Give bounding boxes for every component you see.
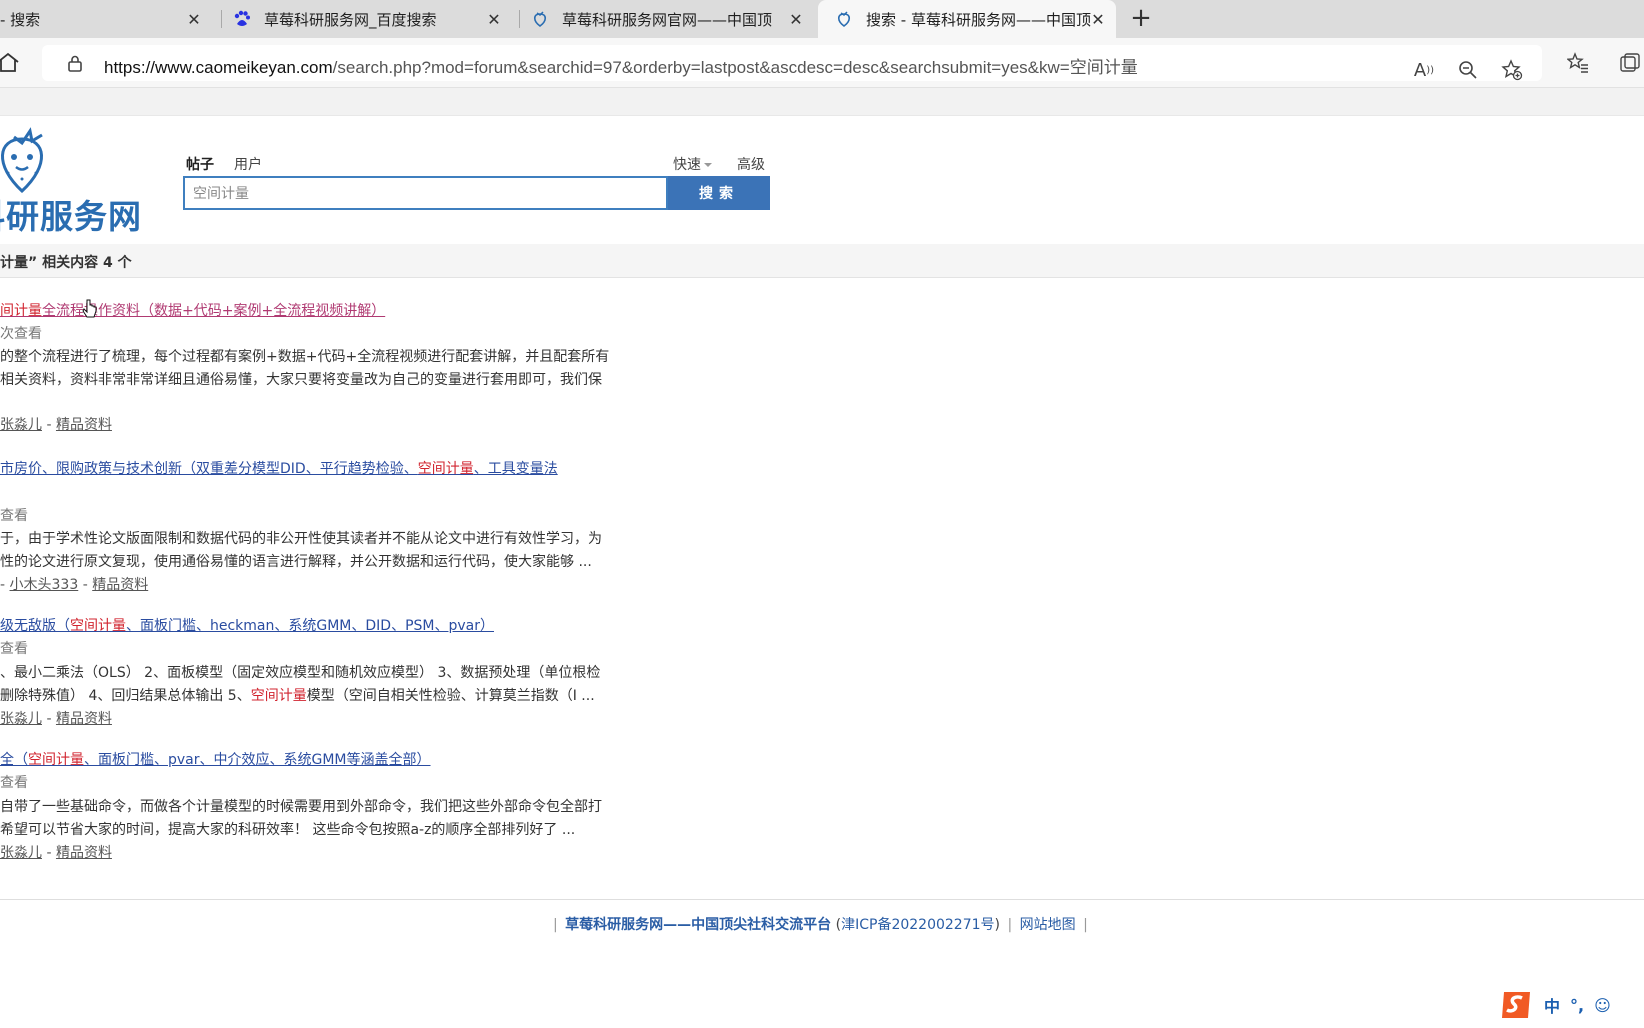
title-text: 级无敌版（ [0, 618, 70, 634]
keyword-highlight: 空间计量 [70, 618, 126, 634]
close-tab-icon[interactable]: ✕ [484, 9, 504, 29]
lock-icon[interactable] [66, 54, 84, 72]
strawberry-mascot-icon [1, 127, 43, 194]
read-aloud-icon[interactable]: A)) [1412, 58, 1436, 82]
search-box[interactable] [183, 176, 668, 210]
tab-label: 草莓科研服务网_百度搜索 [264, 10, 437, 29]
tab-separator [519, 10, 520, 28]
url-host: https://www.caomeikeyan.com [104, 58, 333, 77]
strawberry-icon [530, 9, 550, 29]
new-tab-plus-icon[interactable]: + [1126, 4, 1156, 34]
result-title-link[interactable]: 级无敌版（空间计量、面板门槛、heckman、系统GMM、DID、PSM、pva… [0, 615, 494, 635]
url-path: /search.php?mod=forum&searchid=97&orderb… [332, 58, 1138, 77]
result-meta: 查看 [0, 641, 28, 657]
ime-punct[interactable]: °, [1570, 996, 1584, 1015]
result-title-link[interactable]: 间计量全流程操作资料（数据+代码+案例+全流程视频讲解） [0, 300, 385, 320]
strawberry-icon [834, 9, 854, 29]
title-text: 全（ [0, 752, 28, 768]
author-link[interactable]: 张淼儿 [0, 845, 42, 861]
tab-separator [221, 10, 222, 28]
tab-baidu-search[interactable]: 草莓科研服务网_百度搜索 ✕ [232, 0, 512, 38]
tab-label: 搜索 - 草莓科研服务网——中国顶 [866, 10, 1091, 29]
browser-tab-bar: - 搜索 ✕ 草莓科研服务网_百度搜索 ✕ 草莓科研服务网官网——中国顶 ✕ 搜… [0, 0, 1644, 38]
result-snippet: 删除特殊值） 4、回归结果总体输出 5、空间计量模型（空间自相关性检验、计算莫兰… [0, 685, 595, 705]
tab-search[interactable]: - 搜索 ✕ [0, 0, 212, 38]
zoom-out-icon[interactable] [1456, 58, 1480, 82]
result-meta: 查看 [0, 508, 28, 524]
footer-site-link[interactable]: 草莓科研服务网——中国顶尖社科交流平台 [565, 917, 831, 933]
sogou-ime-icon [1502, 992, 1530, 1018]
browser-toolbar: https://www.caomeikeyan.com/search.php?m… [0, 38, 1644, 88]
tab-search-active[interactable]: 搜索 - 草莓科研服务网——中国顶 ✕ [818, 0, 1116, 38]
close-tab-icon[interactable]: ✕ [1088, 9, 1108, 29]
baidu-paw-icon [232, 9, 252, 29]
quick-search-dropdown[interactable]: 快速 [673, 154, 712, 174]
sitemap-link[interactable]: 网站地图 [1020, 917, 1076, 933]
quick-search-label: 快速 [673, 157, 701, 173]
result-snippet: 性的论文进行原文复现，使用通俗易懂的语言进行解释，并公开数据和运行代码，使大家能… [0, 554, 592, 570]
keyword-highlight: 空间计量 [250, 688, 307, 704]
close-tab-icon[interactable]: ✕ [786, 9, 806, 29]
ime-toolbar[interactable]: 中 °, ☺ [1500, 990, 1611, 1020]
result-snippet: 自带了一些基础命令，而做各个计量模型的时候需要用到外部命令，我们把这些外部命令包… [0, 799, 602, 815]
page-top-strip [0, 88, 1644, 116]
paren-close: ) [994, 917, 1000, 933]
result-byline: - 小木头333 - 精品资料 [0, 577, 149, 593]
url-text: https://www.caomeikeyan.com/search.php?m… [104, 53, 1138, 78]
add-favorite-icon[interactable] [1500, 58, 1524, 82]
tab-caomei-home[interactable]: 草莓科研服务网官网——中国顶 ✕ [530, 0, 814, 38]
result-snippet: 于，由于学术性论文版面限制和数据代码的非公开性使其读者并不能从论文中进行有效性学… [0, 531, 602, 547]
category-link[interactable]: 精品资料 [56, 711, 112, 727]
result-summary-bar: 计量” 相关内容 4 个 [0, 244, 1644, 278]
result-title-link[interactable]: 市房价、限购政策与技术创新（双重差分模型DID、平行趋势检验、空间计量、工具变量… [0, 458, 558, 478]
advanced-search-link[interactable]: 高级 [737, 154, 765, 174]
icp-link[interactable]: 津ICP备2022002271号 [841, 917, 994, 933]
mouse-cursor-icon [82, 299, 97, 318]
result-snippet: 、最小二乘法（OLS） 2、面板模型（固定效应模型和随机效应模型） 3、数据预处… [0, 665, 601, 681]
footer-divider [0, 899, 1644, 900]
result-byline: 张淼儿 - 精品资料 [0, 845, 112, 861]
logo-text: 科研服务网 [0, 197, 142, 236]
tab-label: - 搜索 [0, 10, 41, 29]
footer: | 草莓科研服务网——中国顶尖社科交流平台 (津ICP备2022002271号)… [553, 917, 1088, 933]
result-byline: 张淼儿 - 精品资料 [0, 711, 112, 727]
close-tab-icon[interactable]: ✕ [184, 9, 204, 29]
result-byline: 张淼儿 - 精品资料 [0, 417, 112, 433]
tab-label: 草莓科研服务网官网——中国顶 [562, 10, 773, 29]
collections-icon[interactable] [1618, 51, 1642, 75]
category-link[interactable]: 精品资料 [92, 577, 148, 593]
site-logo[interactable]: 科研服务网 [0, 125, 160, 236]
author-link[interactable]: 张淼儿 [0, 417, 42, 433]
result-summary: 计量” 相关内容 4 个 [0, 255, 132, 271]
result-meta: 查看 [0, 775, 28, 791]
result-snippet: 相关资料，资料非常非常详细且通俗易懂，大家只要将变量改为自己的变量进行套用即可，… [0, 372, 602, 388]
search-type-users[interactable]: 用户 [234, 154, 262, 174]
title-text: 、面板门槛、heckman、系统GMM、DID、PSM、pvar） [126, 618, 494, 634]
title-text: 、面板门槛、pvar、中介效应、系统GMM等涵盖全部） [84, 752, 431, 768]
result-title-link[interactable]: 全（空间计量、面板门槛、pvar、中介效应、系统GMM等涵盖全部） [0, 749, 431, 769]
snippet-text: 删除特殊值） 4、回归结果总体输出 5、 [0, 688, 251, 704]
keyword-highlight: 空间计量 [417, 461, 474, 477]
result-meta: 次查看 [0, 326, 42, 342]
category-link[interactable]: 精品资料 [56, 417, 112, 433]
title-text: 、工具变量法 [473, 461, 558, 477]
keyword-highlight: 间计量 [0, 303, 42, 319]
favorites-icon[interactable] [1566, 51, 1590, 75]
search-input[interactable] [185, 178, 666, 208]
result-snippet: 希望可以节省大家的时间，提高大家的科研效率！ 这些命令包按照a-z的顺序全部排列… [0, 822, 576, 838]
snippet-text: 模型（空间自相关性检验、计算莫兰指数（I ... [306, 688, 595, 704]
search-button[interactable]: 搜索 [668, 176, 770, 210]
caret-down-icon [704, 163, 712, 167]
emoji-icon[interactable]: ☺ [1594, 996, 1611, 1015]
keyword-highlight: 空间计量 [28, 752, 84, 768]
author-link[interactable]: 张淼儿 [0, 711, 42, 727]
ime-mode[interactable]: 中 [1544, 993, 1560, 1017]
title-text: 市房价、限购政策与技术创新（双重差分模型DID、平行趋势检验、 [0, 461, 418, 477]
search-type-posts[interactable]: 帖子 [186, 154, 214, 174]
category-link[interactable]: 精品资料 [56, 845, 112, 861]
result-snippet: 的整个流程进行了梳理，每个过程都有案例+数据+代码+全流程视频进行配套讲解，并且… [0, 349, 610, 365]
address-bar[interactable]: https://www.caomeikeyan.com/search.php?m… [42, 45, 1542, 81]
author-link[interactable]: 小木头333 [10, 577, 79, 593]
home-icon[interactable] [0, 51, 22, 75]
